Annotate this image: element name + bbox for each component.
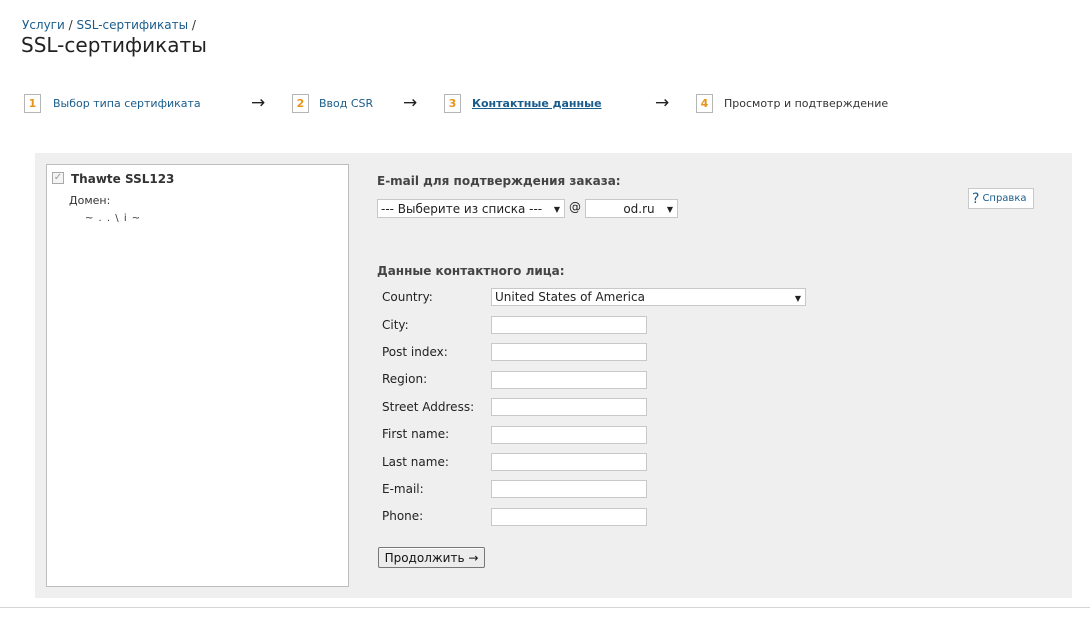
chevron-down-icon: ▼ [794,294,801,303]
step-1[interactable]: 1 Выбор типа сертификата [24,93,201,113]
help-button[interactable]: ? Справка [968,188,1034,209]
certificate-name: Thawte SSL123 [71,172,175,186]
certificate-summary: ✓ Thawte SSL123 Домен: ~ . . \ i ~ [46,164,349,587]
step-arrow-icon: → [251,93,266,113]
last-name-label: Last name: [382,455,449,469]
step-number: 4 [696,93,713,113]
breadcrumb-link-ssl[interactable]: SSL-сертификаты [77,18,189,32]
country-select-value: United States of America [495,290,645,304]
step-label-certificate-type[interactable]: Выбор типа сертификата [53,97,201,110]
certificate-checkbox[interactable]: ✓ [52,172,64,184]
continue-button[interactable]: Продолжить → [378,547,485,568]
question-icon: ? [972,190,980,207]
help-button-label: Справка [982,193,1027,204]
step-arrow-icon: → [655,93,670,113]
step-label-review: Просмотр и подтверждение [724,96,889,110]
first-name-field[interactable] [491,426,647,444]
domain-value: ~ . . \ i ~ [85,213,142,224]
post-index-label: Post index: [382,345,448,359]
chevron-down-icon: ▼ [666,205,673,214]
contact-section-title: Данные контактного лица: [377,264,565,278]
country-label: Country: [382,290,433,304]
street-address-label: Street Address: [382,400,475,414]
email-mailbox-select[interactable]: --- Выберите из списка --- ▼ [377,199,565,218]
region-field[interactable] [491,371,647,389]
step-number: 1 [24,93,41,113]
step-4: 4 Просмотр и подтверждение [696,93,888,113]
first-name-label: First name: [382,427,450,441]
city-label: City: [382,318,409,332]
breadcrumb-separator: / [191,18,196,32]
last-name-field[interactable] [491,453,647,471]
email-mailbox-select-value: --- Выберите из списка --- [381,201,543,216]
street-address-field[interactable] [491,398,647,416]
region-label: Region: [382,372,428,386]
page-title: SSL-сертификаты [21,33,207,57]
step-number: 2 [292,93,309,113]
step-arrow-icon: → [403,93,418,113]
phone-label: Phone: [382,509,424,523]
breadcrumb-separator: / [68,18,73,32]
step-2[interactable]: 2 Ввод CSR [292,93,373,113]
email-domain-select-value: od.ru [589,201,655,216]
email-label: E-mail: [382,482,424,496]
post-index-field[interactable] [491,343,647,361]
chevron-down-icon: ▼ [553,205,560,214]
at-sign: @ [569,200,581,214]
email-field[interactable] [491,480,647,498]
step-label-contacts[interactable]: Контактные данные [472,97,602,110]
country-select[interactable]: United States of America ▼ [491,288,806,306]
email-section-title: E-mail для подтверждения заказа: [377,174,621,188]
step-label-csr[interactable]: Ввод CSR [319,97,373,110]
domain-label: Домен: [69,194,111,207]
email-domain-select[interactable]: od.ru ▼ [585,199,678,218]
step-number: 3 [444,93,461,113]
breadcrumb-link-services[interactable]: Услуги [22,18,65,32]
phone-field[interactable] [491,508,647,526]
footer-divider [0,607,1090,608]
city-field[interactable] [491,316,647,334]
breadcrumb: Услуги / SSL-сертификаты / [22,18,196,32]
step-3[interactable]: 3 Контактные данные [444,93,602,113]
